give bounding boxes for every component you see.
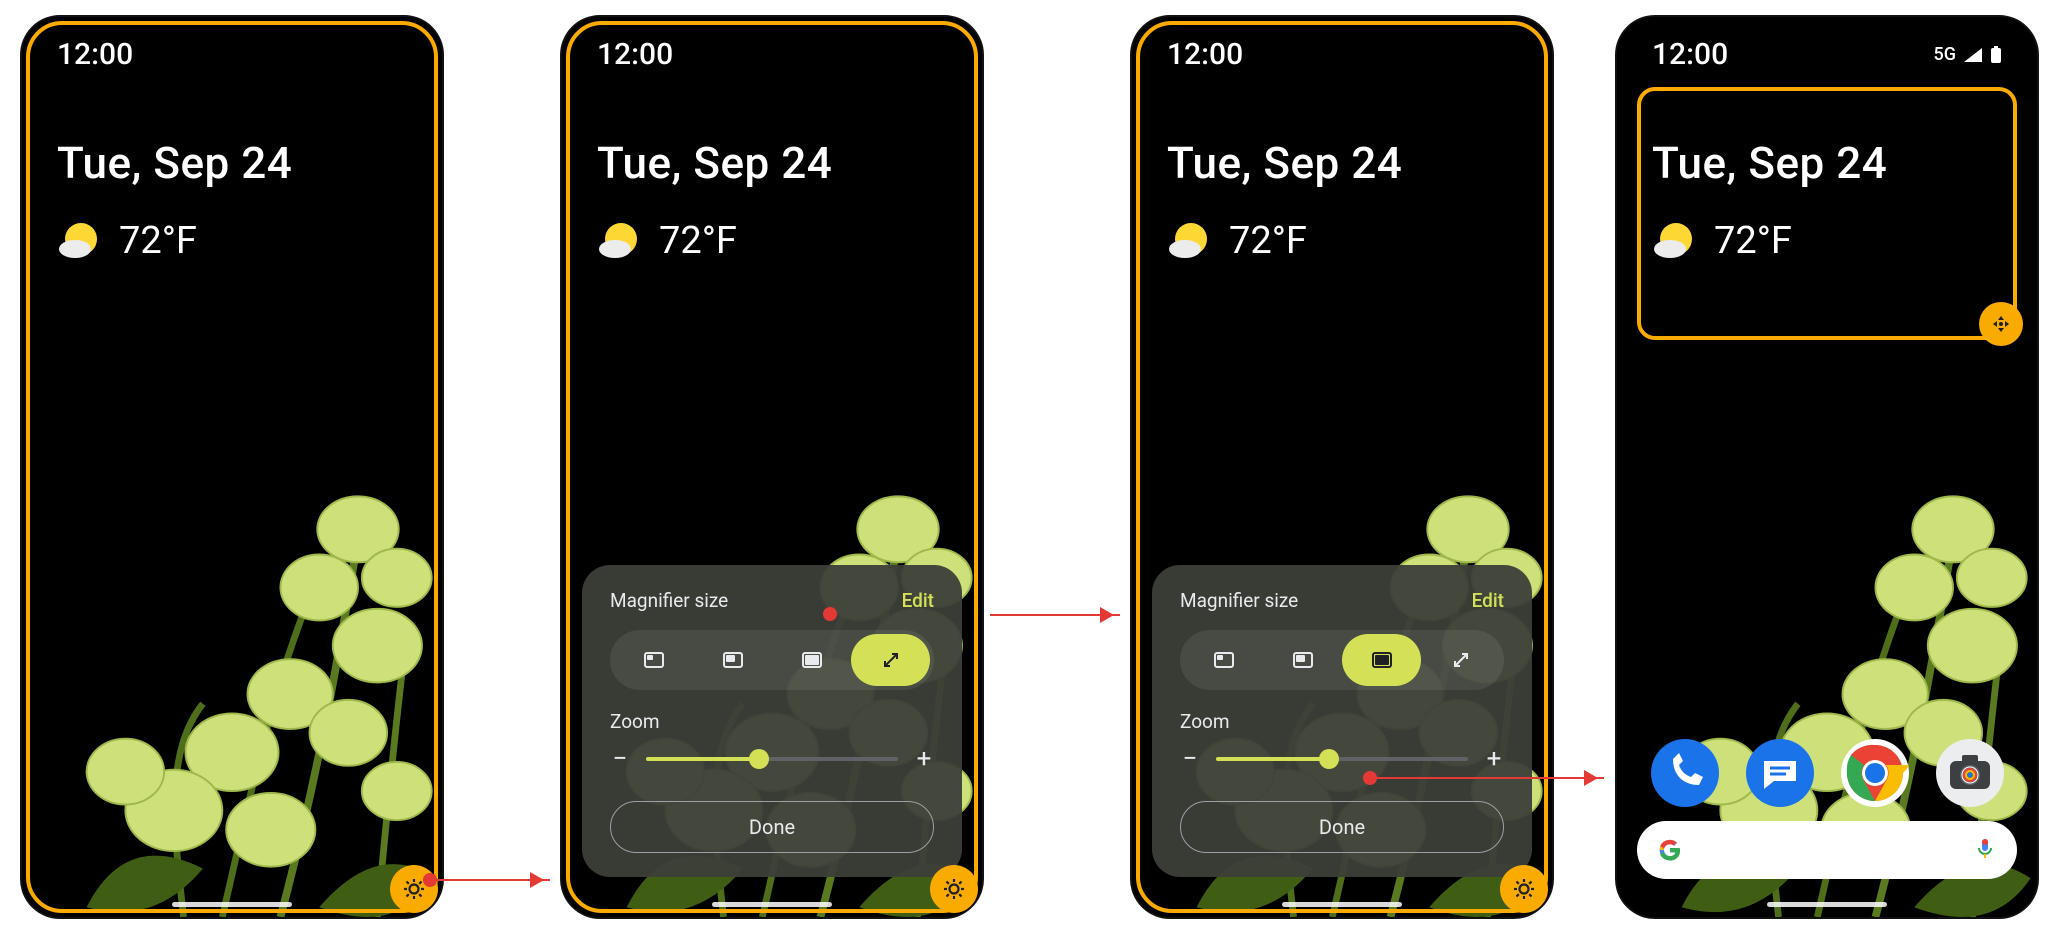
date-text: Tue, Sep 24 [1652,137,1887,189]
annotation-dot [423,873,437,887]
zoom-in-button[interactable]: + [914,744,934,774]
zoom-out-button[interactable]: − [610,744,630,774]
weather-icon [1167,219,1211,263]
size-option-large[interactable] [1342,634,1421,686]
panel-title: Magnifier size [610,589,728,612]
mic-icon[interactable] [1973,836,1997,864]
phone-screen-2: 12:00 Tue, Sep 24 72°F Magnifier size Ed… [560,15,984,919]
google-search-bar[interactable] [1637,821,2017,879]
status-bar: 12:00 [57,37,407,72]
google-logo-icon [1657,835,1683,865]
pip-large-icon [1370,648,1394,672]
magnifier-settings-panel: Magnifier size Edit Zoom − + Done [1152,565,1532,877]
status-bar: 12:00 5G [1652,37,2002,72]
gesture-nav-handle[interactable] [172,902,292,907]
messages-app[interactable] [1746,739,1814,807]
flow-arrow [1376,777,1604,779]
pip-small-icon [1212,648,1236,672]
size-option-medium[interactable] [1263,634,1342,686]
weather-icon [57,219,101,263]
temperature: 72°F [659,219,737,263]
zoom-out-button[interactable]: − [1180,744,1200,774]
fullscreen-icon [879,648,903,672]
phone-screen-4: 12:00 5G Tue, Sep 24 72°F [1615,15,2039,919]
temperature: 72°F [1714,219,1792,263]
flow-arrow [436,879,550,881]
size-option-fullscreen[interactable] [851,634,930,686]
zoom-in-button[interactable]: + [1484,744,1504,774]
flow-arrow [990,614,1120,616]
clock: 12:00 [57,37,133,72]
date-text: Tue, Sep 24 [597,137,832,189]
date-text: Tue, Sep 24 [1167,137,1402,189]
done-button[interactable]: Done [610,801,934,853]
clock: 12:00 [1167,37,1243,72]
status-bar: 12:00 [597,37,947,72]
size-option-small[interactable] [1184,634,1263,686]
gesture-nav-handle[interactable] [1282,902,1402,907]
phone-screen-3: 12:00 Tue, Sep 24 72°F Magnifier size Ed… [1130,15,1554,919]
signal-icon [1964,48,1982,62]
zoom-slider[interactable] [646,739,898,779]
gesture-nav-handle[interactable] [1767,902,1887,907]
zoom-label: Zoom [1180,710,1504,733]
weather-widget[interactable]: 72°F [57,219,292,263]
edit-button[interactable]: Edit [1472,589,1504,612]
temperature: 72°F [119,219,197,263]
weather-widget[interactable]: 72°F [1652,219,1887,263]
gesture-nav-handle[interactable] [712,902,832,907]
battery-icon [1990,46,2002,64]
size-option-medium[interactable] [693,634,772,686]
pip-large-icon [800,648,824,672]
pip-medium-icon [1291,648,1315,672]
panel-title: Magnifier size [1180,589,1298,612]
temperature: 72°F [1229,219,1307,263]
phone-screen-1: 12:00 Tue, Sep 24 72°F [20,15,444,919]
fullscreen-icon [1449,648,1473,672]
size-option-small[interactable] [614,634,693,686]
annotation-dot [823,607,837,621]
weather-widget[interactable]: 72°F [597,219,832,263]
network-label: 5G [1934,44,1957,65]
magnifier-size-segmented [1180,630,1504,690]
weather-widget[interactable]: 72°F [1167,219,1402,263]
app-dock [1637,739,2017,807]
status-bar: 12:00 [1167,37,1517,72]
magnifier-settings-panel: Magnifier size Edit Zoom − + Done [582,565,962,877]
pip-small-icon [642,648,666,672]
size-option-fullscreen[interactable] [1421,634,1500,686]
clock: 12:00 [597,37,673,72]
done-button[interactable]: Done [1180,801,1504,853]
magnifier-size-segmented [610,630,934,690]
chrome-app[interactable] [1841,739,1909,807]
clock: 12:00 [1652,37,1728,72]
edit-button[interactable]: Edit [902,589,934,612]
weather-icon [597,219,641,263]
zoom-label: Zoom [610,710,934,733]
date-text: Tue, Sep 24 [57,137,292,189]
size-option-large[interactable] [772,634,851,686]
phone-app[interactable] [1651,739,1719,807]
weather-icon [1652,219,1696,263]
zoom-slider[interactable] [1216,739,1468,779]
pip-medium-icon [721,648,745,672]
camera-app[interactable] [1936,739,2004,807]
annotation-dot [1363,771,1377,785]
